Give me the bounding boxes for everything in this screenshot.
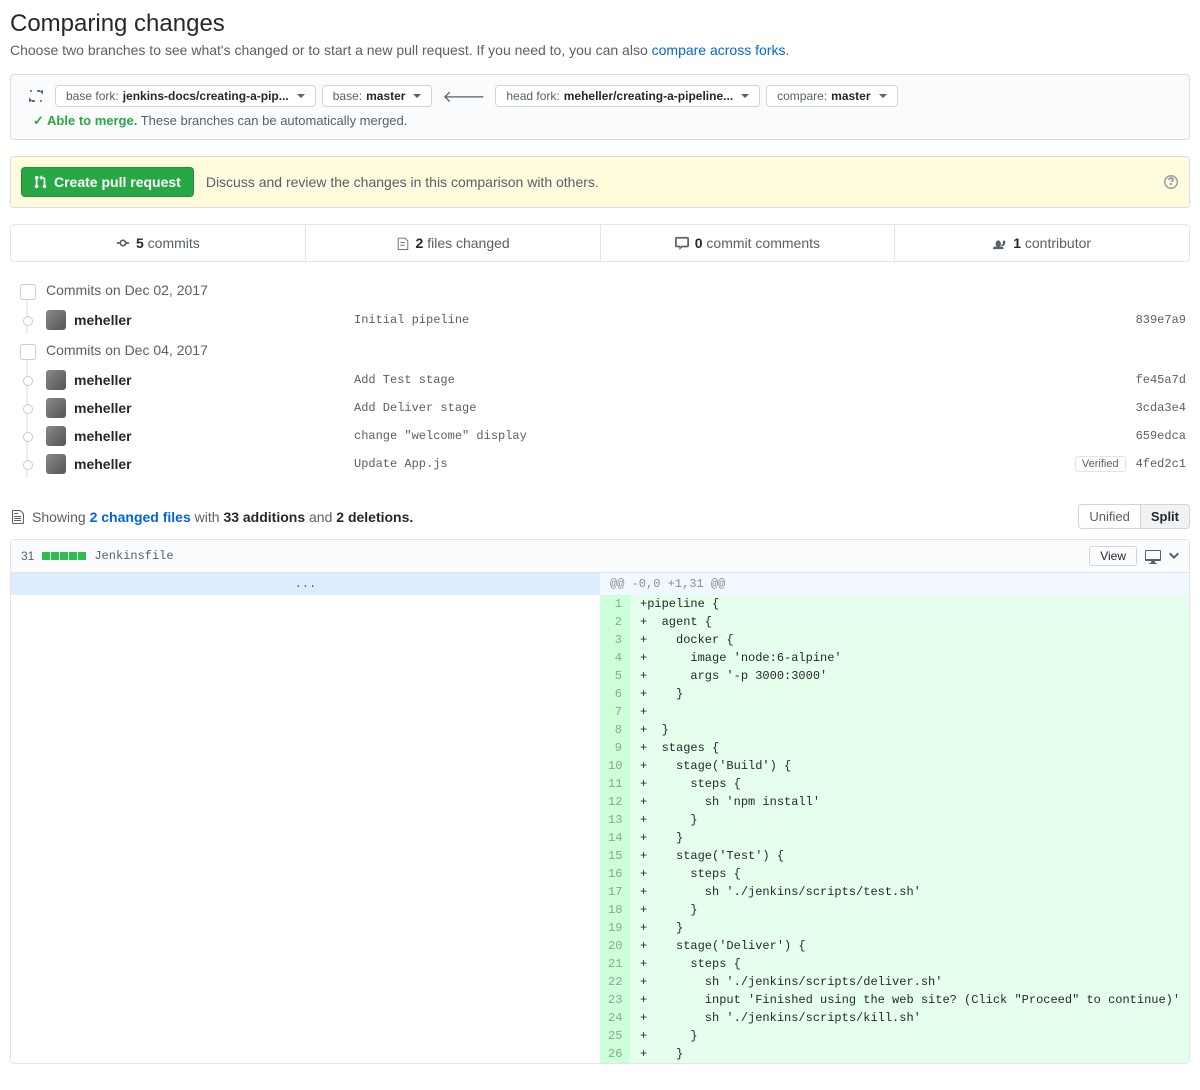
diff-line: 25+ } <box>11 1027 1189 1045</box>
compare-branch-selector[interactable]: compare: master <box>766 85 897 107</box>
diff-line: 20+ stage('Deliver') { <box>11 937 1189 955</box>
help-icon[interactable] <box>1163 173 1179 189</box>
diff-line: 3+ docker { <box>11 631 1189 649</box>
commit-author[interactable]: meheller <box>74 312 354 328</box>
commit-icon <box>116 236 130 250</box>
view-file-button[interactable]: View <box>1089 546 1137 566</box>
create-pull-request-button[interactable]: Create pull request <box>21 167 194 197</box>
diff-line: 7+ <box>11 703 1189 721</box>
diff-line: 21+ steps { <box>11 955 1189 973</box>
changed-files-link[interactable]: 2 changed files <box>90 509 191 525</box>
diff-line: 4+ image 'node:6-alpine' <box>11 649 1189 667</box>
range-editor: base fork: jenkins-docs/creating-a-pip..… <box>10 74 1190 140</box>
diff-line: 16+ steps { <box>11 865 1189 883</box>
commit-group-title: Commits on Dec 02, 2017 <box>22 274 1190 306</box>
commit-author[interactable]: meheller <box>74 456 354 472</box>
commit-message[interactable]: Initial pipeline <box>354 313 1136 327</box>
diff-line: 12+ sh 'npm install' <box>11 793 1189 811</box>
diff-line: 10+ stage('Build') { <box>11 757 1189 775</box>
file-diff: 31 Jenkinsfile View ... @@ -0,0 +1,31 @@… <box>10 539 1190 1064</box>
tab-commits[interactable]: 5 commits <box>11 225 306 261</box>
diff-line: 1+pipeline { <box>11 595 1189 613</box>
comparison-tabs: 5 commits 2 files changed 0 commit comme… <box>10 224 1190 262</box>
commit-row[interactable]: mehellerchange "welcome" display659edca <box>22 422 1190 450</box>
people-icon <box>993 236 1007 250</box>
expand-icon[interactable]: ... <box>11 573 600 595</box>
commit-sha[interactable]: 659edca <box>1136 429 1190 443</box>
diff-line: 14+ } <box>11 829 1189 847</box>
commit-sha[interactable]: 839e7a9 <box>1136 313 1190 327</box>
file-header: 31 Jenkinsfile View <box>11 540 1189 573</box>
avatar[interactable] <box>46 370 66 390</box>
commit-row[interactable]: mehellerInitial pipeline839e7a9 <box>22 306 1190 334</box>
diff-line: 8+ } <box>11 721 1189 739</box>
diffstat-blocks <box>42 552 86 560</box>
diff-line: 22+ sh './jenkins/scripts/deliver.sh' <box>11 973 1189 991</box>
verified-badge: Verified <box>1075 456 1126 472</box>
desktop-icon[interactable] <box>1145 548 1161 564</box>
avatar[interactable] <box>46 398 66 418</box>
diff-line: 17+ sh './jenkins/scripts/test.sh' <box>11 883 1189 901</box>
base-fork-selector[interactable]: base fork: jenkins-docs/creating-a-pip..… <box>55 85 316 107</box>
tab-comments[interactable]: 0 commit comments <box>601 225 896 261</box>
commit-message[interactable]: Update App.js <box>354 457 1075 471</box>
tab-files[interactable]: 2 files changed <box>306 225 601 261</box>
commit-row[interactable]: mehellerUpdate App.jsVerified 4fed2c1 <box>22 450 1190 478</box>
diff-line: 6+ } <box>11 685 1189 703</box>
commit-message[interactable]: change "welcome" display <box>354 429 1136 443</box>
avatar[interactable] <box>46 310 66 330</box>
avatar[interactable] <box>46 426 66 446</box>
diff-line: 24+ sh './jenkins/scripts/kill.sh' <box>11 1009 1189 1027</box>
diff-line: 19+ } <box>11 919 1189 937</box>
merge-status: Able to merge. These branches can be aut… <box>33 113 407 129</box>
hunk-header: ... @@ -0,0 +1,31 @@ <box>11 573 1189 595</box>
compare-forks-link[interactable]: compare across forks <box>652 42 786 58</box>
flash-description: Discuss and review the changes in this c… <box>206 174 599 190</box>
commit-sha[interactable]: 3cda3e4 <box>1136 401 1190 415</box>
commit-author[interactable]: meheller <box>74 372 354 388</box>
diff-line: 18+ } <box>11 901 1189 919</box>
comment-icon <box>675 236 689 250</box>
create-pr-banner: Create pull request Discuss and review t… <box>10 156 1190 208</box>
diff-line: 2+ agent { <box>11 613 1189 631</box>
diff-table: ... @@ -0,0 +1,31 @@ 1+pipeline { 2+ age… <box>11 573 1189 1063</box>
commit-message[interactable]: Add Test stage <box>354 373 1136 387</box>
commit-row[interactable]: mehellerAdd Deliver stage3cda3e4 <box>22 394 1190 422</box>
diff-line: 15+ stage('Test') { <box>11 847 1189 865</box>
commit-group-title: Commits on Dec 04, 2017 <box>22 334 1190 366</box>
diff-line: 5+ args '-p 3000:3000' <box>11 667 1189 685</box>
diff-line: 9+ stages { <box>11 739 1189 757</box>
commit-sha[interactable]: 4fed2c1 <box>1136 457 1190 471</box>
git-compare-icon <box>27 88 43 104</box>
tab-contributors[interactable]: 1 contributor <box>895 225 1189 261</box>
file-diff-icon <box>396 236 410 250</box>
file-icon <box>10 509 26 525</box>
commit-row[interactable]: mehellerAdd Test stagefe45a7d <box>22 366 1190 394</box>
arrow-left-icon: 🡐 <box>438 86 489 107</box>
split-view-button[interactable]: Split <box>1140 504 1190 529</box>
commit-author[interactable]: meheller <box>74 400 354 416</box>
diff-summary-row: Showing 2 changed files with 33 addition… <box>10 494 1190 539</box>
file-name[interactable]: Jenkinsfile <box>94 549 173 563</box>
base-branch-selector[interactable]: base: master <box>322 85 433 107</box>
diff-line: 23+ input 'Finished using the web site? … <box>11 991 1189 1009</box>
avatar[interactable] <box>46 454 66 474</box>
diffstat-count: 31 <box>21 549 34 563</box>
diff-line: 11+ steps { <box>11 775 1189 793</box>
page-title: Comparing changes <box>10 10 1190 38</box>
page-subtitle: Choose two branches to see what's change… <box>10 42 1190 58</box>
diff-line: 13+ } <box>11 811 1189 829</box>
git-pull-request-icon <box>34 175 48 189</box>
diff-view-toggle: Unified Split <box>1078 504 1190 529</box>
commit-author[interactable]: meheller <box>74 428 354 444</box>
chevron-down-icon[interactable] <box>1169 548 1179 564</box>
commit-sha[interactable]: fe45a7d <box>1136 373 1190 387</box>
unified-view-button[interactable]: Unified <box>1078 504 1139 529</box>
diff-line: 26+ } <box>11 1045 1189 1063</box>
commit-message[interactable]: Add Deliver stage <box>354 401 1136 415</box>
head-fork-selector[interactable]: head fork: meheller/creating-a-pipeline.… <box>495 85 760 107</box>
